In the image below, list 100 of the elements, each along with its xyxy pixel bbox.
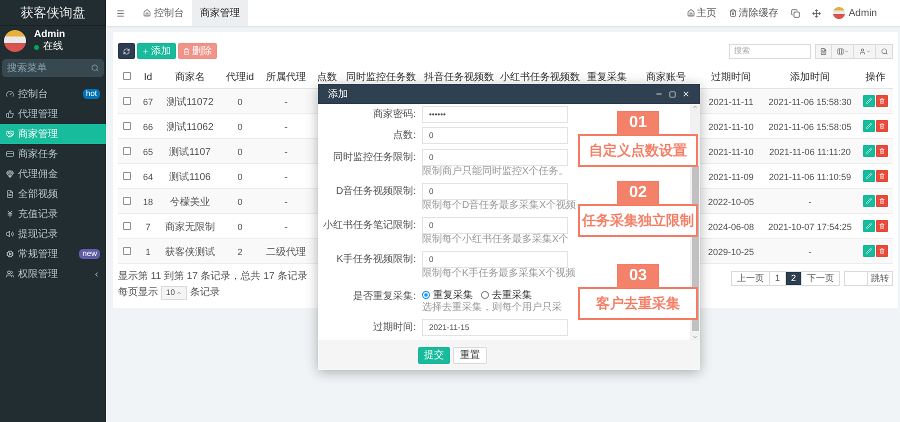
edit-button[interactable] (863, 145, 875, 157)
dashboard-icon (6, 90, 14, 98)
edit-button[interactable] (863, 95, 875, 107)
edit-button[interactable] (863, 170, 875, 182)
delete-button[interactable] (876, 170, 888, 182)
radio-button[interactable] (481, 291, 489, 299)
arrows-icon[interactable] (812, 8, 821, 18)
field-label: 过期时间: (373, 320, 416, 335)
table-cell: 2021-11-10 (708, 147, 754, 157)
refresh-icon (123, 48, 130, 54)
per-page-dropdown[interactable]: 10 (161, 286, 187, 300)
page-link[interactable]: 上一页 (730, 271, 770, 286)
field-hint: 限制商户只能同时监控X个任务。 (422, 166, 569, 178)
scroll-down-icon[interactable] (692, 334, 698, 340)
handshake-icon (6, 130, 14, 138)
copy-icon[interactable] (790, 8, 800, 18)
menu-item[interactable]: 常规管理 new (0, 244, 106, 264)
header-link[interactable]: 清除缓存 (728, 6, 779, 20)
table-cell: - (284, 197, 288, 208)
table-cell: 商家无限制 (165, 222, 215, 233)
table-cell: 65 (142, 147, 153, 157)
delete-button[interactable] (876, 245, 888, 257)
table-cell: 66 (142, 122, 153, 132)
checkbox[interactable] (123, 197, 131, 205)
field-hint: 限制每个K手任务最多采集X个视频 (422, 268, 576, 280)
pencil-icon (866, 198, 872, 204)
header-link[interactable]: 主页 (686, 6, 717, 20)
table-cell: 兮檬美业 (170, 197, 210, 208)
page-link[interactable]: 下一页 (801, 271, 840, 286)
table-cell: - (284, 122, 288, 133)
checkbox[interactable] (123, 247, 131, 255)
delete-button[interactable] (876, 195, 888, 207)
menu-item[interactable]: 全部视频 (0, 184, 106, 204)
dialog-title: 添加 (328, 88, 349, 102)
close-icon[interactable] (682, 90, 690, 98)
maximize-icon[interactable] (669, 90, 676, 98)
header-user-name[interactable]: Admin (848, 6, 877, 20)
delete-button[interactable] (876, 95, 888, 107)
nav-tab[interactable]: 控制台 (135, 0, 192, 26)
input-field[interactable]: 0 (422, 183, 568, 200)
column-header: 添加时间 (790, 72, 830, 83)
delete-button[interactable] (876, 145, 888, 157)
delete-button[interactable] (876, 220, 888, 232)
trash-icon (879, 98, 885, 104)
checkbox[interactable] (123, 97, 131, 105)
edit-button[interactable] (863, 120, 875, 132)
table-cell: 2021-11-06 11:10:59 (768, 172, 852, 182)
delete-button[interactable] (876, 120, 888, 132)
column-header: 商家账号 (646, 72, 686, 83)
table-cell: 2 (237, 247, 242, 257)
nav-tab[interactable]: 商家管理 (192, 0, 248, 26)
table-cell: 2022-10-05 (708, 197, 754, 207)
input-field[interactable]: 0 (422, 127, 568, 144)
checkbox[interactable] (123, 122, 131, 130)
step-number: 03 (617, 264, 659, 288)
table-cell: - (808, 197, 812, 207)
menu-icon[interactable] (116, 8, 125, 18)
yen-icon (6, 210, 14, 218)
menu-search-field[interactable]: 搜索菜单 (2, 59, 104, 77)
table-cell: 2021-11-06 15:58:05 (768, 122, 852, 132)
checkbox[interactable] (123, 172, 131, 180)
edit-button[interactable] (863, 245, 875, 257)
checkbox[interactable] (123, 72, 131, 80)
pencil-icon (866, 248, 872, 254)
users-icon (6, 270, 14, 278)
field-label: 小红书任务笔记限制: (323, 218, 416, 233)
input-field[interactable]: 0 (422, 251, 568, 268)
menu-item[interactable]: 权限管理 (0, 264, 106, 284)
menu-item[interactable]: 商家任务 (0, 144, 106, 164)
menu-item[interactable]: 代理佣金 (0, 164, 106, 184)
scroll-up-icon[interactable] (692, 104, 698, 110)
edit-button[interactable] (863, 220, 875, 232)
table-cell: - (284, 97, 288, 108)
status-text: 在线 (43, 41, 63, 53)
table-cell: 2029-10-25 (708, 247, 754, 257)
input-field[interactable]: 0 (422, 149, 568, 166)
field-hint: 限制每个D音任务最多采集X个视频 (422, 200, 576, 212)
refresh-button[interactable] (118, 43, 135, 59)
menu-item[interactable]: 提现记录 (0, 224, 106, 244)
table-cell: 0 (237, 122, 242, 132)
edit-button[interactable] (863, 195, 875, 207)
menu-item[interactable]: 控制台 hot (0, 84, 106, 104)
table-cell: 0 (237, 197, 242, 207)
jump-button[interactable]: 跳转 (867, 271, 893, 286)
input-field[interactable]: 2021-11-15 (422, 319, 568, 336)
reset-button[interactable]: 重置 (453, 346, 487, 364)
home-icon (143, 9, 151, 17)
step-number: 02 (617, 181, 659, 205)
page-link[interactable]: 1 (768, 271, 786, 286)
radio-button[interactable] (422, 291, 430, 299)
table-cell: 64 (142, 172, 153, 182)
menu-item[interactable]: 代理管理 (0, 104, 106, 124)
checkbox[interactable] (123, 222, 131, 230)
checkbox[interactable] (123, 147, 131, 155)
pencil-icon (866, 173, 872, 179)
app-title: 获客侠询盘 (20, 4, 86, 22)
field-label: 商家密码: (373, 108, 416, 122)
menu-item[interactable]: 充值记录 (0, 204, 106, 224)
input-field[interactable]: •••••• (422, 106, 568, 123)
input-field[interactable]: 0 (422, 217, 568, 234)
